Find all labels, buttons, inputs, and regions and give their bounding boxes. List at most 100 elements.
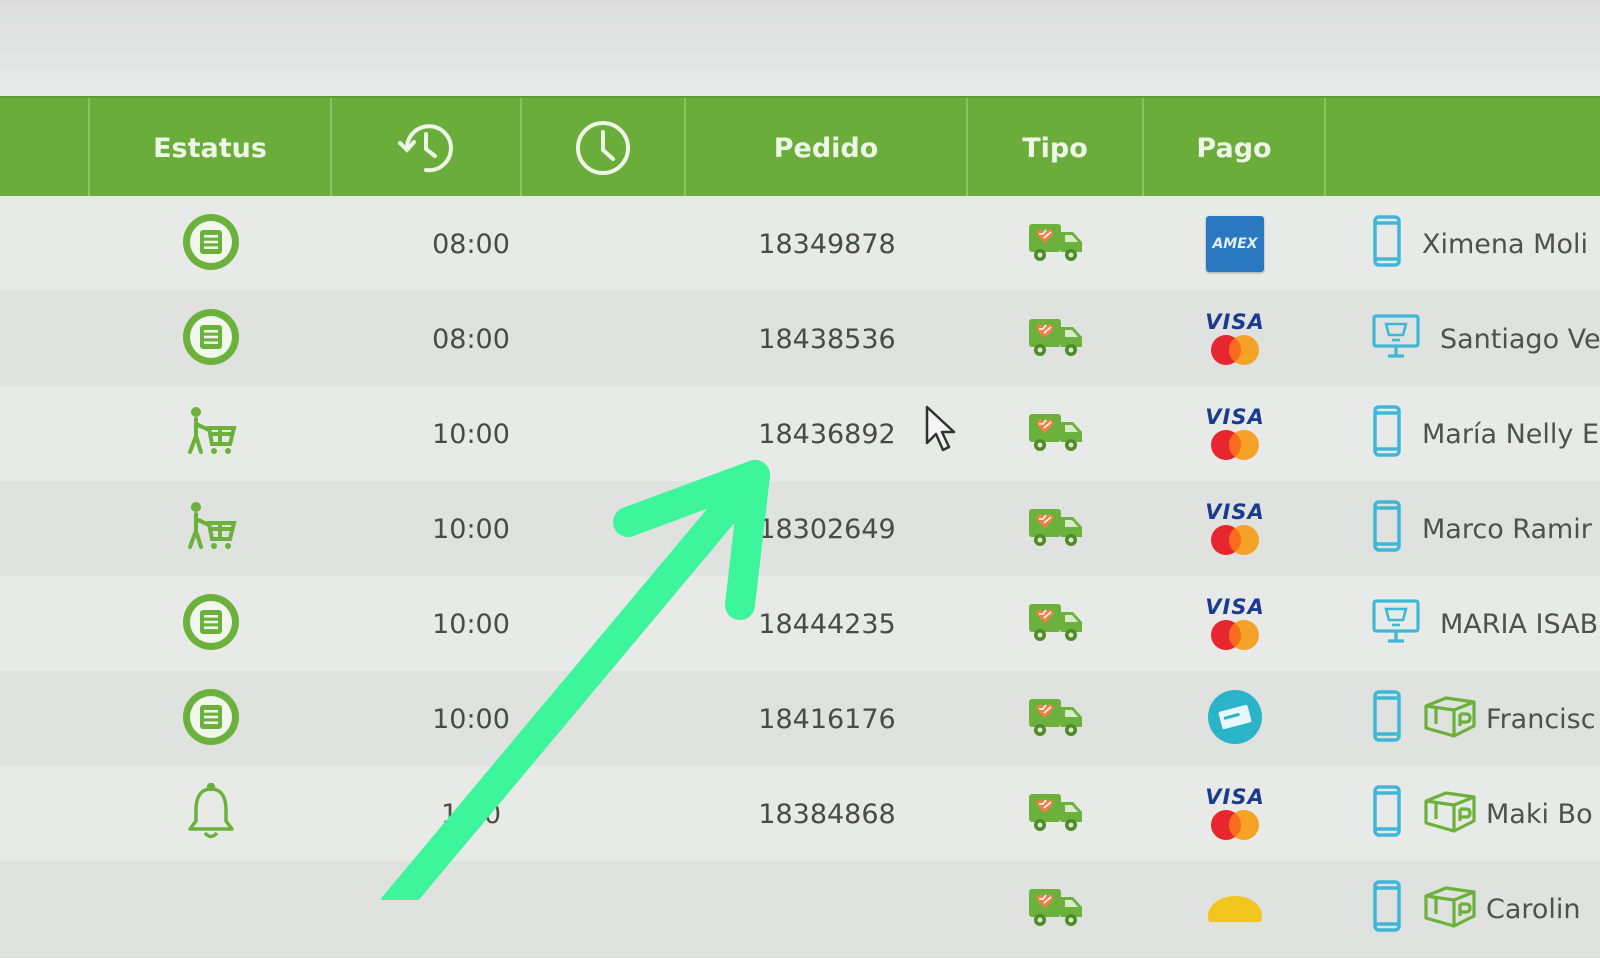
- status-cell[interactable]: [90, 861, 332, 957]
- status-cell[interactable]: [90, 576, 332, 672]
- client-cell[interactable]: Carolin: [1372, 861, 1600, 957]
- status-cell[interactable]: [90, 766, 332, 862]
- delivery-truck-icon: [1027, 315, 1085, 363]
- client-cell[interactable]: Marco Ramir: [1372, 481, 1600, 577]
- payment-cell: VISA: [1144, 291, 1326, 387]
- phone-icon: [1372, 784, 1402, 845]
- status-cell[interactable]: [90, 481, 332, 577]
- type-cell: [968, 671, 1144, 767]
- client-name[interactable]: Francisc: [1486, 704, 1596, 735]
- visa-mastercard-icon: VISA: [1205, 499, 1265, 557]
- client-cell[interactable]: Ximena Moli: [1372, 196, 1600, 292]
- phone-icon: [1372, 689, 1402, 750]
- order-number[interactable]: 18384868: [686, 766, 968, 862]
- delivery-truck-icon: [1027, 410, 1085, 458]
- time-cell: 08:00: [432, 323, 510, 355]
- amex-card-icon: AMEX: [1206, 216, 1264, 272]
- cash-payment-icon: [1206, 688, 1264, 750]
- client-name[interactable]: Carolin: [1486, 894, 1581, 925]
- table-row[interactable]: 08:00 18349878 AMEX Ximena Moli: [0, 196, 1600, 293]
- client-name[interactable]: Marco Ramir: [1422, 514, 1592, 545]
- table-row[interactable]: Carolin: [0, 861, 1600, 958]
- table-row[interactable]: 10:00 18302649 VISA Marco Ramir: [0, 481, 1600, 578]
- table-row[interactable]: 10:00 18416176 Francisc: [0, 671, 1600, 768]
- visa-label: VISA: [1205, 309, 1265, 334]
- time-cell: 10:00: [432, 418, 510, 450]
- time-cell: [332, 861, 610, 957]
- type-cell: [968, 196, 1144, 292]
- order-number[interactable]: 18416176: [686, 671, 968, 767]
- type-cell: [968, 576, 1144, 672]
- order-list-icon[interactable]: [181, 307, 241, 371]
- time-cell: 10:00: [432, 513, 510, 545]
- client-name[interactable]: MARIA ISABE: [1440, 609, 1600, 640]
- phone-icon: [1372, 879, 1402, 940]
- payment-cell: VISA: [1144, 481, 1326, 577]
- mouse-cursor-icon: [925, 405, 956, 452]
- client-name[interactable]: Maki Bo: [1486, 799, 1593, 830]
- phone-icon: [1372, 214, 1402, 275]
- order-list-icon[interactable]: [181, 212, 241, 276]
- table-row[interactable]: 10:00 18436892 VISA María Nelly E: [0, 386, 1600, 483]
- payment-cell: VISA: [1144, 766, 1326, 862]
- payment-cell: AMEX: [1144, 196, 1326, 292]
- type-cell: [968, 481, 1144, 577]
- order-list-icon[interactable]: [181, 687, 241, 751]
- header-status[interactable]: Estatus: [90, 98, 332, 198]
- visa-mastercard-icon: VISA: [1205, 596, 1264, 652]
- status-cell[interactable]: [90, 671, 332, 767]
- desktop-icon: [1372, 313, 1420, 366]
- delivery-truck-icon: [1027, 695, 1085, 743]
- table-row[interactable]: 10:00 18444235 VISA MARIA ISABE: [0, 576, 1600, 673]
- table-header: Estatus Pedido Tipo Pago: [0, 96, 1600, 198]
- type-cell: [968, 861, 1144, 957]
- delivery-truck-icon: [1027, 885, 1085, 933]
- bell-icon[interactable]: [186, 782, 236, 845]
- delivery-truck-icon: [1027, 790, 1085, 838]
- order-number[interactable]: [686, 861, 968, 957]
- status-cell[interactable]: [90, 386, 332, 482]
- visa-label: VISA: [1205, 404, 1265, 429]
- screen-top-bezel: [0, 0, 1600, 98]
- payment-cell: [1144, 861, 1326, 957]
- status-cell[interactable]: [90, 291, 332, 387]
- order-list-icon[interactable]: [181, 592, 241, 656]
- header-payment[interactable]: Pago: [1144, 98, 1326, 198]
- client-cell[interactable]: MARIA ISABE: [1372, 576, 1600, 672]
- client-cell[interactable]: Maki Bo: [1372, 766, 1600, 862]
- shopper-cart-icon[interactable]: [182, 499, 240, 559]
- client-name[interactable]: María Nelly E: [1422, 419, 1599, 450]
- desktop-icon: [1372, 598, 1420, 651]
- status-cell[interactable]: [90, 196, 332, 292]
- order-number[interactable]: 18349878: [686, 196, 968, 292]
- header-type[interactable]: Tipo: [968, 98, 1144, 198]
- payment-cell: VISA: [1144, 576, 1326, 672]
- order-number[interactable]: 18444235: [686, 576, 968, 672]
- delivery-truck-icon: [1027, 220, 1085, 268]
- client-name[interactable]: Santiago Ver: [1440, 324, 1600, 355]
- client-cell[interactable]: Santiago Ver: [1372, 291, 1600, 387]
- table-row[interactable]: 1 00 18384868 VISA Maki Bo: [0, 766, 1600, 863]
- order-number[interactable]: 18302649: [686, 481, 968, 577]
- header-time[interactable]: [522, 98, 686, 198]
- table-row[interactable]: 08:00 18438536 VISA Santiago Ver: [0, 291, 1600, 388]
- header-blank-cell: [0, 98, 90, 198]
- amex-label: AMEX: [1206, 216, 1264, 272]
- delivery-truck-icon: [1027, 600, 1085, 648]
- type-cell: [968, 291, 1144, 387]
- client-name[interactable]: Ximena Moli: [1422, 229, 1588, 260]
- payment-cell: [1144, 671, 1326, 767]
- type-cell: [968, 766, 1144, 862]
- order-number[interactable]: 18438536: [686, 291, 968, 387]
- header-order[interactable]: Pedido: [686, 98, 968, 198]
- header-client[interactable]: [1326, 98, 1600, 198]
- client-cell[interactable]: Francisc: [1372, 671, 1600, 767]
- visa-label: VISA: [1205, 499, 1265, 524]
- time-cell: 1 00: [440, 798, 502, 830]
- phone-icon: [1372, 499, 1402, 560]
- shopper-cart-icon[interactable]: [182, 404, 240, 464]
- client-cell[interactable]: María Nelly E: [1372, 386, 1600, 482]
- clock-history-icon: [398, 124, 453, 173]
- pickup-box-icon: [1422, 694, 1478, 745]
- header-promised-time[interactable]: [332, 98, 522, 198]
